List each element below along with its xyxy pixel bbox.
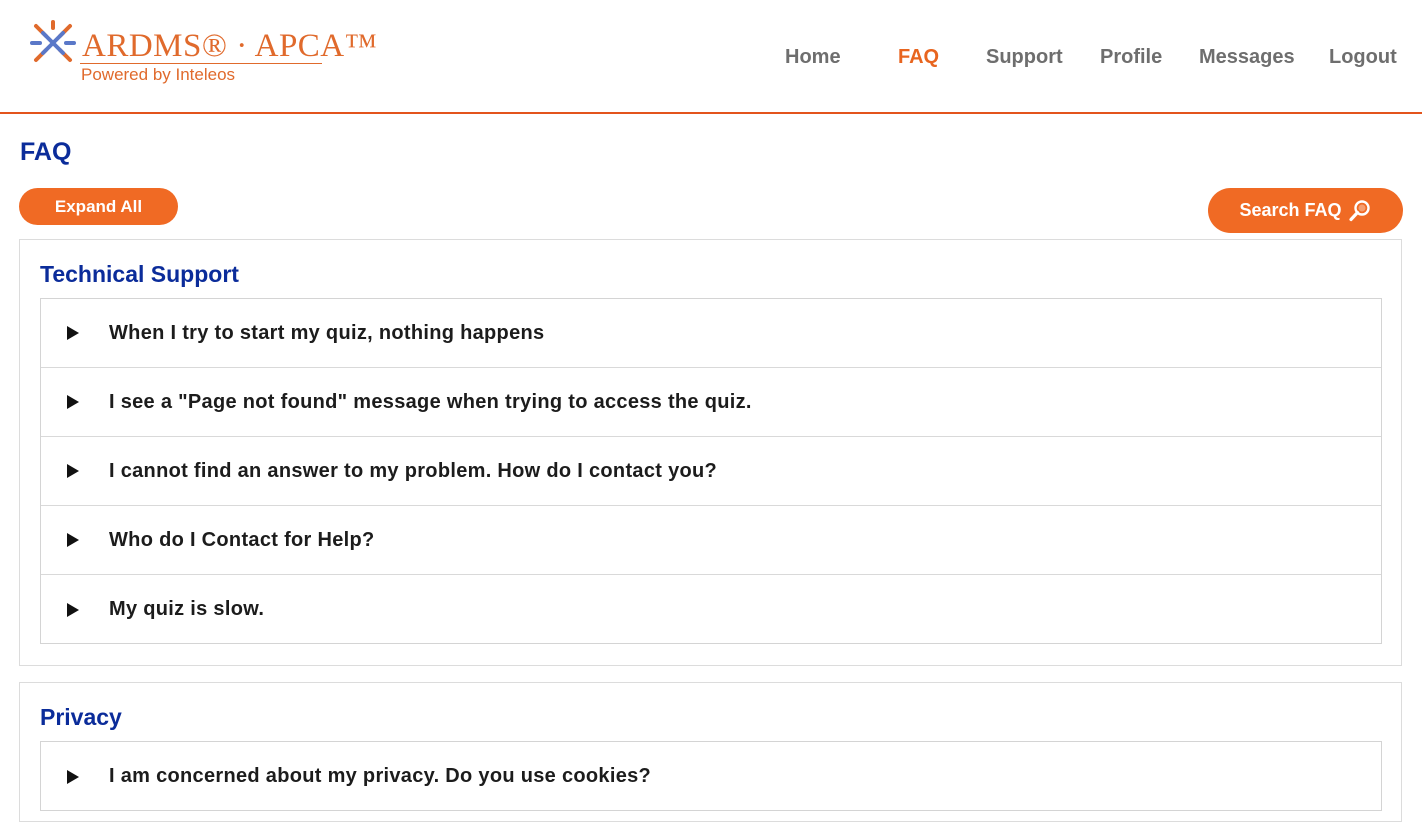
faq-section-privacy: Privacy I am concerned about my privacy.… (19, 682, 1402, 822)
magnifier-icon (1348, 199, 1370, 221)
site-header: ARDMS® · APCA™ Powered by Inteleos Home … (0, 0, 1422, 114)
page-title: FAQ (20, 138, 72, 166)
section-title: Privacy (40, 704, 122, 730)
faq-list: I am concerned about my privacy. Do you … (40, 741, 1382, 811)
expand-arrow-icon (67, 326, 79, 340)
nav-faq[interactable]: FAQ (898, 44, 939, 70)
faq-item[interactable]: I see a "Page not found" message when tr… (41, 368, 1381, 437)
faq-question: I cannot find an answer to my problem. H… (109, 459, 718, 482)
expand-arrow-icon (67, 395, 79, 409)
faq-item[interactable]: My quiz is slow. (41, 575, 1381, 644)
faq-question: I see a "Page not found" message when tr… (109, 390, 752, 413)
expand-arrow-icon (67, 769, 79, 784)
faq-list: When I try to start my quiz, nothing hap… (40, 298, 1382, 644)
faq-item[interactable]: Who do I Contact for Help? (41, 506, 1381, 575)
nav-messages[interactable]: Messages (1199, 44, 1295, 70)
faq-item[interactable]: I am concerned about my privacy. Do you … (41, 742, 1381, 811)
search-faq-label: Search FAQ (1239, 200, 1342, 220)
nav-support[interactable]: Support (986, 44, 1063, 70)
faq-question: My quiz is slow. (109, 598, 265, 620)
faq-question: I am concerned about my privacy. Do you … (109, 765, 652, 787)
nav-logout[interactable]: Logout (1329, 44, 1397, 70)
expand-arrow-icon (67, 533, 79, 547)
faq-item[interactable]: I cannot find an answer to my problem. H… (41, 437, 1381, 506)
expand-arrow-icon (67, 602, 79, 617)
search-faq-button[interactable]: Search FAQ (1208, 188, 1403, 233)
faq-item[interactable]: When I try to start my quiz, nothing hap… (41, 299, 1381, 368)
main-nav: Home FAQ Support Profile Messages Logout (0, 44, 1422, 70)
expand-all-button[interactable]: Expand All (19, 188, 178, 225)
expand-all-label: Expand All (54, 196, 143, 216)
nav-profile[interactable]: Profile (1100, 44, 1162, 70)
faq-section-technical-support: Technical Support When I try to start my… (19, 239, 1402, 666)
nav-home[interactable]: Home (785, 44, 841, 70)
faq-question: Who do I Contact for Help? (109, 528, 375, 551)
expand-arrow-icon (67, 464, 79, 478)
faq-question: When I try to start my quiz, nothing hap… (109, 321, 545, 344)
section-title: Technical Support (40, 261, 239, 287)
